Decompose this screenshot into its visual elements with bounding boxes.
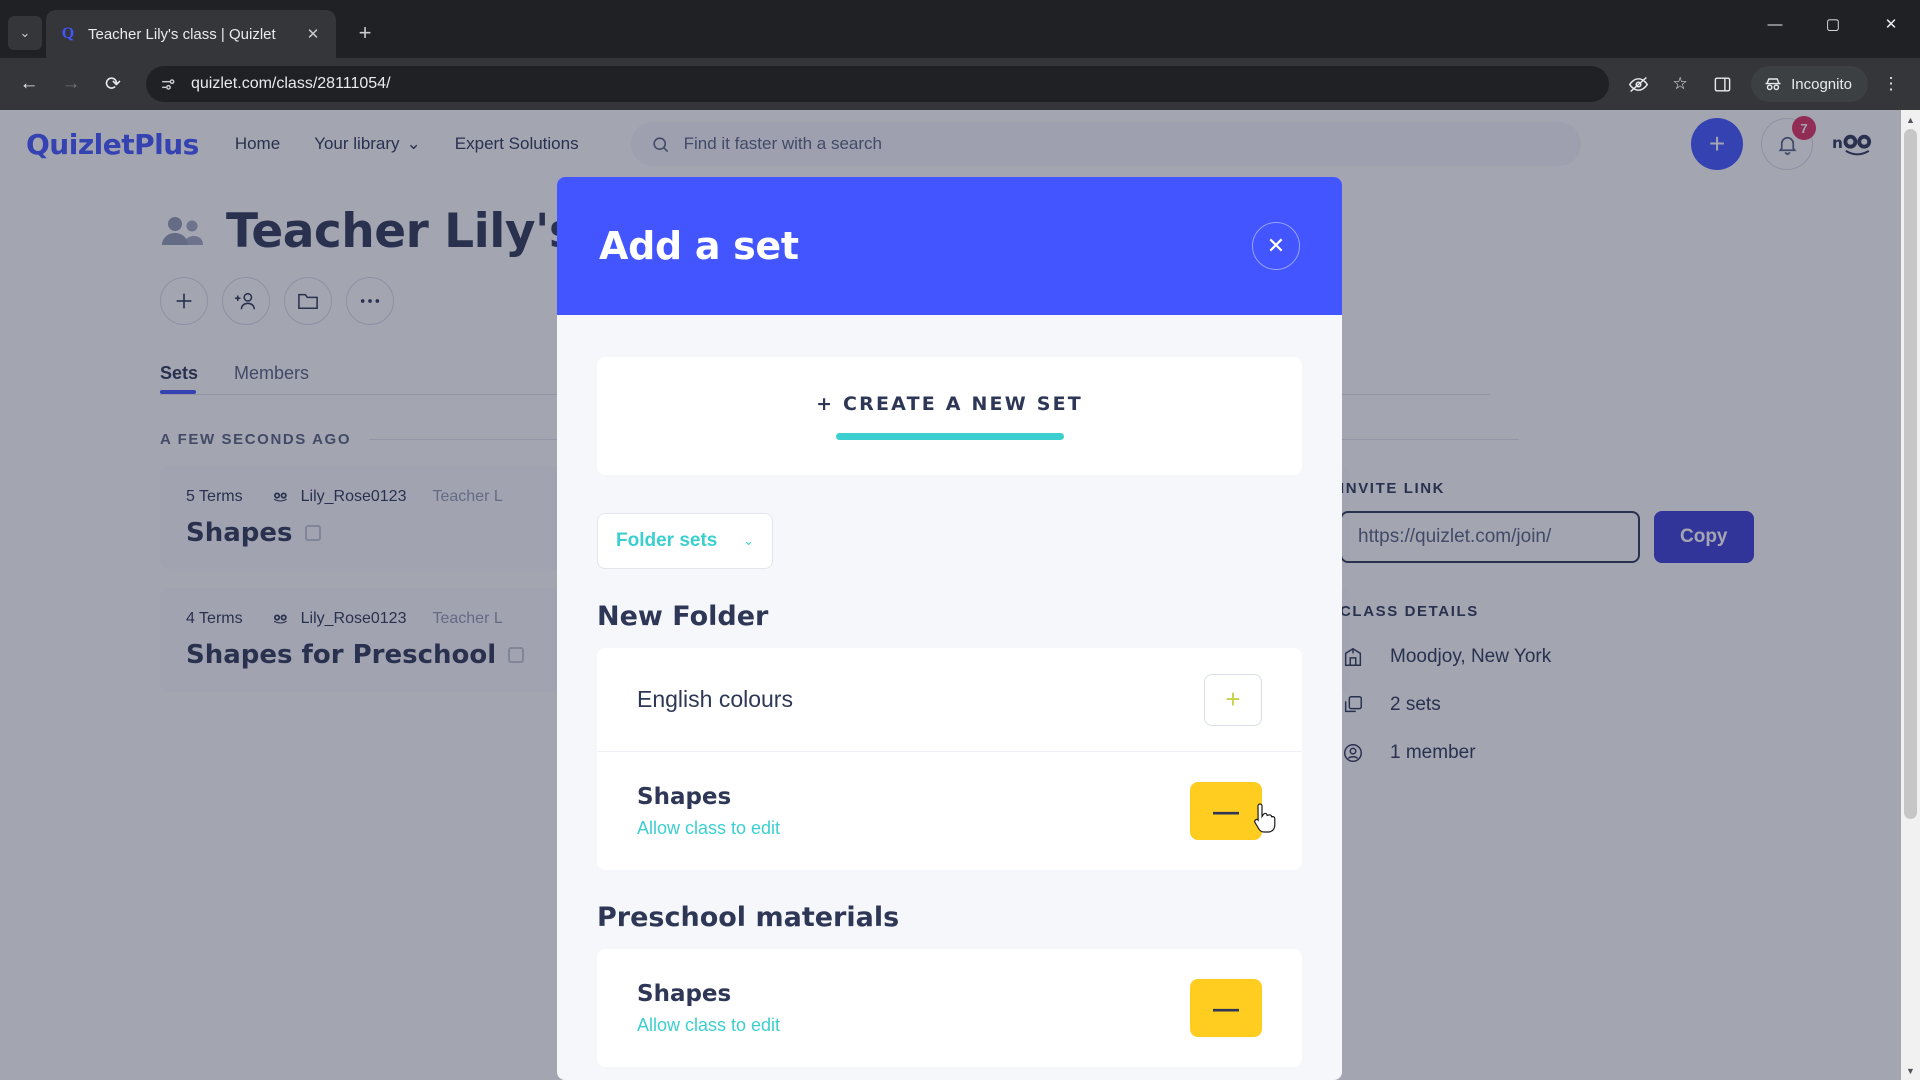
create-new-set-button[interactable]: + CREATE A NEW SET [597,357,1302,475]
close-window-icon[interactable]: ✕ [1862,0,1920,48]
allow-class-to-edit-link[interactable]: Allow class to edit [637,818,1190,839]
folder-group: English colours + Shapes Allow class to … [597,648,1302,870]
tab-close-icon[interactable]: ✕ [302,23,324,45]
toolbar-actions: ☆ Incognito ⋮ [1619,65,1910,103]
browser-toolbar: ← → ⟳ quizlet.com/class/28111054/ ☆ Inco… [0,58,1920,110]
favicon-letter: Q [61,25,75,42]
forward-icon[interactable]: → [52,65,90,103]
scrollbar-thumb[interactable] [1904,129,1917,819]
folder-sets-dropdown[interactable]: Folder sets ⌄ [597,513,773,569]
folder-set-name: English colours [637,686,793,712]
browser-tab[interactable]: Q Teacher Lily's class | Quizlet ✕ [46,10,336,58]
folder-set-name: Shapes [637,980,732,1007]
close-icon[interactable]: ✕ [1252,222,1300,270]
tab-search-button[interactable]: ⌄ [8,16,42,50]
folder-set-row[interactable]: English colours + [597,648,1302,752]
remove-set-from-class-button[interactable]: — [1190,782,1262,840]
folder-sets-dropdown-label: Folder sets [616,530,718,551]
omnibox[interactable]: quizlet.com/class/28111054/ [146,66,1610,102]
chevron-down-icon: ⌄ [743,533,754,548]
folder-set-row[interactable]: Shapes Allow class to edit — [597,949,1302,1067]
window-controls: — ▢ ✕ [1746,0,1920,48]
url-text: quizlet.com/class/28111054/ [191,75,391,92]
folder-set-name: Shapes [637,783,732,810]
incognito-icon [1765,78,1781,91]
minimize-icon[interactable]: — [1746,0,1804,48]
allow-class-to-edit-link[interactable]: Allow class to edit [637,1015,1190,1036]
new-tab-button[interactable]: + [348,16,382,50]
add-a-set-modal: Add a set ✕ + CREATE A NEW SET Folder se… [557,177,1342,1080]
folder-set-row[interactable]: Shapes Allow class to edit — [597,752,1302,870]
site-settings-icon[interactable] [160,76,177,93]
add-set-to-class-button[interactable]: + [1204,673,1262,726]
page-viewport: QuizletPlus Home Your library ⌄ Expert S… [0,110,1920,1080]
chevron-down-icon: ⌄ [19,25,31,40]
create-new-set-label: + CREATE A NEW SET [816,392,1083,415]
back-icon[interactable]: ← [10,65,48,103]
quizlet-favicon: Q [58,24,78,44]
folder-title: Preschool materials [597,902,900,933]
page-scrollbar[interactable]: ▲ ▼ [1901,110,1920,1080]
modal-body: + CREATE A NEW SET Folder sets ⌄ New Fol… [557,315,1342,1080]
remove-set-from-class-button[interactable]: — [1190,979,1262,1037]
incognito-label: Incognito [1791,75,1852,93]
browser-menu-icon[interactable]: ⋮ [1872,65,1910,103]
maximize-icon[interactable]: ▢ [1804,0,1862,48]
eye-off-icon[interactable] [1619,65,1657,103]
incognito-indicator[interactable]: Incognito [1751,66,1868,102]
folder-title: New Folder [597,601,769,632]
reload-icon[interactable]: ⟳ [94,65,132,103]
modal-title: Add a set [599,224,799,268]
create-underline [835,432,1064,440]
scroll-up-arrow-icon[interactable]: ▲ [1901,110,1920,129]
side-panel-icon[interactable] [1703,65,1741,103]
modal-header: Add a set ✕ [557,177,1342,315]
tab-title: Teacher Lily's class | Quizlet [88,25,276,43]
tab-strip: ⌄ Q Teacher Lily's class | Quizlet ✕ + —… [0,0,1920,58]
scroll-down-arrow-icon[interactable]: ▼ [1901,1061,1920,1080]
bookmark-star-icon[interactable]: ☆ [1661,65,1699,103]
browser-window: ⌄ Q Teacher Lily's class | Quizlet ✕ + —… [0,0,1920,1080]
folder-group: Shapes Allow class to edit — [597,949,1302,1067]
